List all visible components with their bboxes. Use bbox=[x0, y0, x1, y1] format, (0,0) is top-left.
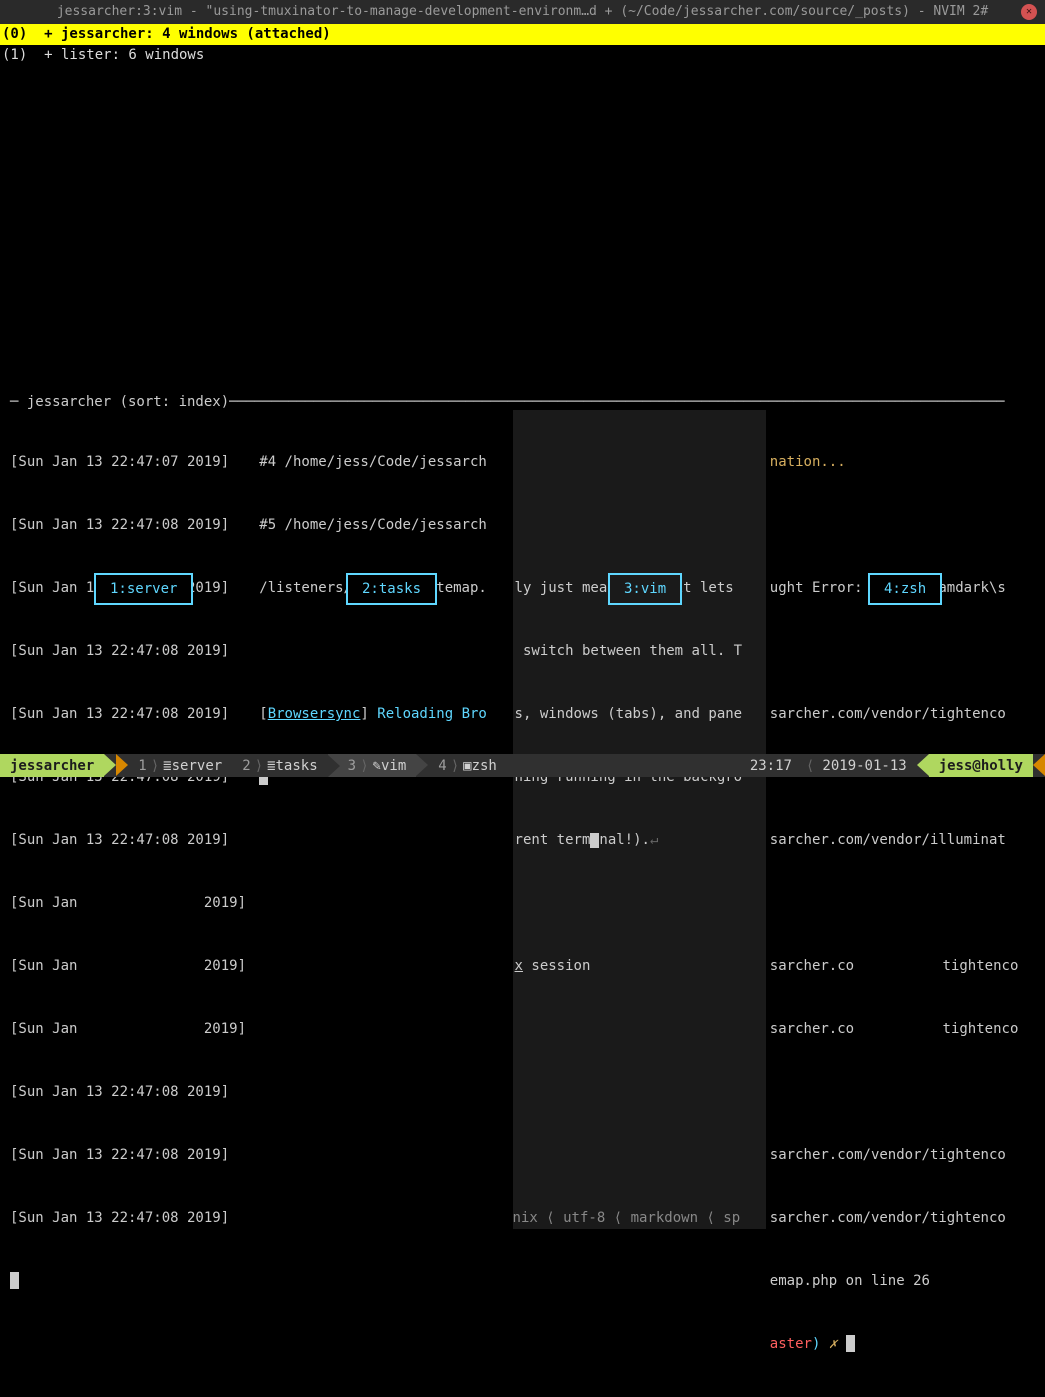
window-label-server[interactable]: 1:server bbox=[94, 573, 193, 605]
log-line: [Browsersync] Reloading Bro bbox=[259, 704, 508, 725]
log-line: #5 /home/jess/Code/jessarch bbox=[259, 515, 508, 536]
cursor bbox=[10, 1271, 259, 1292]
log-line: emap.php on line 26 bbox=[770, 1271, 1039, 1292]
separator-icon bbox=[104, 754, 116, 776]
log-line: [Sun Jan 13 22:47:08 2019] bbox=[10, 641, 259, 662]
log-line: sarcher.co tightenco bbox=[770, 956, 1039, 977]
log-line: [Sun Jan 13 22:47:08 2019] bbox=[10, 1208, 259, 1229]
log-line: sarcher.com/vendor/tightenco bbox=[770, 1145, 1039, 1166]
session-row[interactable]: (1) + lister: 6 windows bbox=[0, 45, 1045, 66]
window-titlebar: jessarcher:3:vim - "using-tmuxinator-to-… bbox=[0, 0, 1045, 24]
separator-icon bbox=[328, 755, 340, 777]
window-label-vim[interactable]: 3:vim bbox=[608, 573, 682, 605]
text-line: rent termnal!).↵ bbox=[515, 830, 766, 851]
log-line: sarcher.com/vendor/illuminat bbox=[770, 830, 1039, 851]
log-line: [Sun Jan 13 22:47:08 2019] bbox=[10, 1082, 259, 1103]
status-window-3-active[interactable]: 3⟩✎ vim bbox=[328, 754, 417, 777]
status-host: jess@holly bbox=[929, 754, 1033, 777]
log-line: [Sun Jan 13 22:47:08 2019] bbox=[10, 1145, 259, 1166]
preview-pane-zsh: nation... ught Error: Class 'samdark\s s… bbox=[770, 410, 1039, 1397]
separator-icon bbox=[116, 754, 128, 776]
vim-statusline: nix ⟨ utf-8 ⟨ markdown ⟨ sp bbox=[513, 1208, 741, 1229]
separator-icon bbox=[416, 754, 428, 776]
text-line: x session bbox=[515, 956, 766, 977]
log-line: [Sun Jan 2019] bbox=[10, 956, 259, 977]
log-line: [Sun Jan 2019] bbox=[10, 1019, 259, 1040]
separator-icon bbox=[1033, 754, 1045, 776]
log-line: [Sun Jan 2019] bbox=[10, 893, 259, 914]
text-line: switch between them all. T bbox=[515, 641, 766, 662]
window-label-tasks[interactable]: 2:tasks bbox=[346, 573, 437, 605]
log-line: [Sun Jan 13 22:47:08 2019] bbox=[10, 515, 259, 536]
preview-pane-vim: ly just means that it lets switch betwee… bbox=[513, 410, 766, 1229]
log-line: [Sun Jan 13 22:47:07 2019] bbox=[10, 452, 259, 473]
log-line: sarcher.com/vendor/tightenco bbox=[770, 1208, 1039, 1229]
log-line: [Sun Jan 13 22:47:08 2019] bbox=[10, 830, 259, 851]
tmux-statusbar: jessarcher 1⟩≣ server 2⟩≣ tasks 3⟩✎ vim … bbox=[0, 754, 1045, 777]
window-title: jessarcher:3:vim - "using-tmuxinator-to-… bbox=[57, 4, 988, 19]
prompt-line: aster) ✗ bbox=[770, 1334, 1039, 1355]
status-time: 23:17 bbox=[740, 754, 802, 777]
log-line: [Sun Jan 13 22:47:08 2019] bbox=[10, 704, 259, 725]
log-line: #4 /home/jess/Code/jessarch bbox=[259, 452, 508, 473]
status-window-4[interactable]: 4⟩▣ zsh bbox=[428, 754, 507, 777]
preview-pane-server: [Sun Jan 13 22:47:07 2019] [Sun Jan 13 2… bbox=[10, 410, 259, 1334]
separator-icon bbox=[917, 754, 929, 776]
tree-header: ─ jessarcher (sort: index)──────────────… bbox=[10, 394, 1039, 410]
status-window-1[interactable]: 1⟩≣ server bbox=[128, 754, 232, 777]
window-label-zsh[interactable]: 4:zsh bbox=[868, 573, 942, 605]
log-line: sarcher.com/vendor/tightenco bbox=[770, 704, 1039, 725]
session-row-active[interactable]: (0) + jessarcher: 4 windows (attached) bbox=[0, 24, 1045, 45]
status-session[interactable]: jessarcher bbox=[0, 754, 104, 777]
tmux-tree: ─ jessarcher (sort: index)──────────────… bbox=[10, 394, 1039, 1397]
log-line: sarcher.co tightenco bbox=[770, 1019, 1039, 1040]
log-line: nation... bbox=[770, 452, 1039, 473]
text-line: s, windows (tabs), and pane bbox=[515, 704, 766, 725]
tmux-session-list: (0) + jessarcher: 4 windows (attached) (… bbox=[0, 24, 1045, 66]
status-date: 2019-01-13 bbox=[818, 754, 916, 777]
status-window-2[interactable]: 2⟩≣ tasks bbox=[232, 754, 327, 777]
close-icon[interactable]: ✕ bbox=[1021, 4, 1037, 20]
